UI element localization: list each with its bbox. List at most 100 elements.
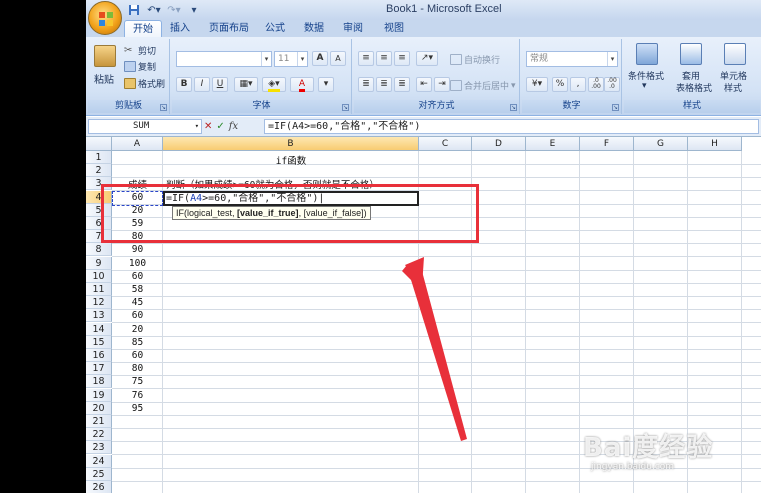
borders-button[interactable]: ▦▾: [234, 77, 258, 92]
column-header-e[interactable]: E: [526, 137, 580, 151]
align-center-icon[interactable]: ≣: [376, 77, 392, 92]
row-header-17[interactable]: 17: [86, 362, 112, 376]
wrap-text-button[interactable]: 自动换行: [450, 53, 500, 66]
percent-button[interactable]: %: [552, 77, 568, 92]
cell-a11[interactable]: 58: [112, 283, 163, 296]
tab-view[interactable]: 视图: [380, 20, 408, 37]
font-name-combo[interactable]: ▾: [176, 51, 272, 67]
row-header-11[interactable]: 11: [86, 283, 112, 296]
row-header-26[interactable]: 26: [86, 481, 112, 493]
row-header-10[interactable]: 10: [86, 269, 112, 283]
orientation-icon[interactable]: ↗▾: [416, 51, 438, 66]
cell-a15[interactable]: 85: [112, 336, 163, 349]
paste-button[interactable]: 粘贴: [94, 71, 114, 86]
cell-a12[interactable]: 45: [112, 296, 163, 309]
row-header-1[interactable]: 1: [86, 151, 112, 164]
decrease-indent-icon[interactable]: ⇤: [416, 77, 432, 92]
bold-button[interactable]: B: [176, 77, 192, 92]
shrink-font-button[interactable]: A: [330, 51, 346, 66]
increase-decimal-button[interactable]: .0 .00: [588, 77, 604, 92]
comma-button[interactable]: ,: [570, 77, 586, 92]
copy-button[interactable]: 复制: [124, 60, 156, 73]
font-color-button[interactable]: A: [290, 77, 314, 92]
font-launcher-icon[interactable]: ↘: [342, 104, 349, 111]
cell-a16[interactable]: 60: [112, 349, 163, 362]
select-all-corner[interactable]: [86, 137, 112, 151]
chevron-down-icon: ▾: [297, 52, 307, 66]
redo-icon[interactable]: ↷▾: [166, 3, 182, 18]
increase-indent-icon[interactable]: ⇥: [434, 77, 450, 92]
grow-font-button[interactable]: A: [312, 51, 328, 66]
column-header-b[interactable]: B: [163, 137, 419, 151]
tab-page-layout[interactable]: 页面布局: [204, 20, 254, 37]
customize-qat-icon[interactable]: ▾: [186, 3, 202, 18]
cancel-icon[interactable]: ✕: [204, 121, 212, 132]
align-bottom-icon[interactable]: ≡: [394, 51, 410, 66]
column-header-c[interactable]: C: [419, 137, 472, 151]
row-header-19[interactable]: 19: [86, 388, 112, 402]
row-header-18[interactable]: 18: [86, 375, 112, 389]
tab-formulas[interactable]: 公式: [261, 20, 289, 37]
undo-icon[interactable]: ↶▾: [146, 3, 162, 18]
phonetic-button[interactable]: ▾: [318, 77, 334, 92]
row-header-15[interactable]: 15: [86, 335, 112, 349]
cell-a20[interactable]: 95: [112, 402, 163, 415]
tab-data[interactable]: 数据: [300, 20, 328, 37]
row-header-13[interactable]: 13: [86, 309, 112, 323]
row-header-14[interactable]: 14: [86, 322, 112, 336]
row-header-24[interactable]: 24: [86, 454, 112, 468]
office-button[interactable]: [88, 1, 122, 35]
row-header-23[interactable]: 23: [86, 441, 112, 455]
clipboard-launcher-icon[interactable]: ↘: [160, 104, 167, 111]
italic-button[interactable]: I: [194, 77, 210, 92]
row-header-12[interactable]: 12: [86, 296, 112, 310]
formula-input[interactable]: =IF(A4>=60,"合格","不合格"): [264, 119, 759, 134]
table-format-button-line2[interactable]: 表格格式: [676, 81, 712, 94]
row-header-25[interactable]: 25: [86, 467, 112, 481]
row-header-20[interactable]: 20: [86, 401, 112, 415]
cell-styles-button-line2[interactable]: 样式: [724, 81, 742, 94]
number-launcher-icon[interactable]: ↘: [612, 104, 619, 111]
align-middle-icon[interactable]: ≡: [376, 51, 392, 66]
save-icon[interactable]: [126, 3, 142, 18]
row-header-8[interactable]: 8: [86, 243, 112, 257]
tab-insert[interactable]: 插入: [166, 20, 194, 37]
cell-a8[interactable]: 90: [112, 243, 163, 256]
cell-a10[interactable]: 60: [112, 270, 163, 283]
column-header-a[interactable]: A: [112, 137, 163, 151]
align-right-icon[interactable]: ≣: [394, 77, 410, 92]
number-format-combo[interactable]: 常规 ▾: [526, 51, 618, 67]
cell-a19[interactable]: 76: [112, 389, 163, 402]
column-header-f[interactable]: F: [580, 137, 634, 151]
tab-review[interactable]: 审阅: [339, 20, 367, 37]
row-header-2[interactable]: 2: [86, 164, 112, 178]
insert-function-button[interactable]: fx: [229, 121, 238, 132]
underline-button[interactable]: U: [212, 77, 228, 92]
merge-center-button[interactable]: 合并后居中 ▾: [450, 79, 516, 92]
cell-a13[interactable]: 60: [112, 309, 163, 322]
align-top-icon[interactable]: ≡: [358, 51, 374, 66]
format-painter-button[interactable]: 格式刷: [124, 77, 165, 90]
currency-icon[interactable]: ¥▾: [526, 77, 548, 92]
cell-a17[interactable]: 80: [112, 362, 163, 375]
cell-a14[interactable]: 20: [112, 323, 163, 336]
alignment-launcher-icon[interactable]: ↘: [510, 104, 517, 111]
decrease-decimal-button[interactable]: .00 .0: [604, 77, 620, 92]
cell-b1[interactable]: if函数: [163, 155, 419, 168]
column-header-d[interactable]: D: [472, 137, 526, 151]
name-box[interactable]: SUM ▾: [88, 119, 202, 134]
column-header-g[interactable]: G: [634, 137, 688, 151]
cell-a18[interactable]: 75: [112, 375, 163, 388]
font-size-combo[interactable]: 11 ▾: [274, 51, 308, 67]
row-header-9[interactable]: 9: [86, 256, 112, 270]
cell-a9[interactable]: 100: [112, 257, 163, 270]
row-header-22[interactable]: 22: [86, 428, 112, 442]
row-header-16[interactable]: 16: [86, 349, 112, 362]
align-left-icon[interactable]: ≣: [358, 77, 374, 92]
column-header-h[interactable]: H: [688, 137, 742, 151]
enter-icon[interactable]: ✓: [216, 121, 224, 132]
fill-color-button[interactable]: ◈▾: [262, 77, 286, 92]
row-header-21[interactable]: 21: [86, 415, 112, 428]
tab-home[interactable]: 开始: [124, 20, 162, 37]
cut-button[interactable]: ✂ 剪切: [124, 44, 156, 57]
